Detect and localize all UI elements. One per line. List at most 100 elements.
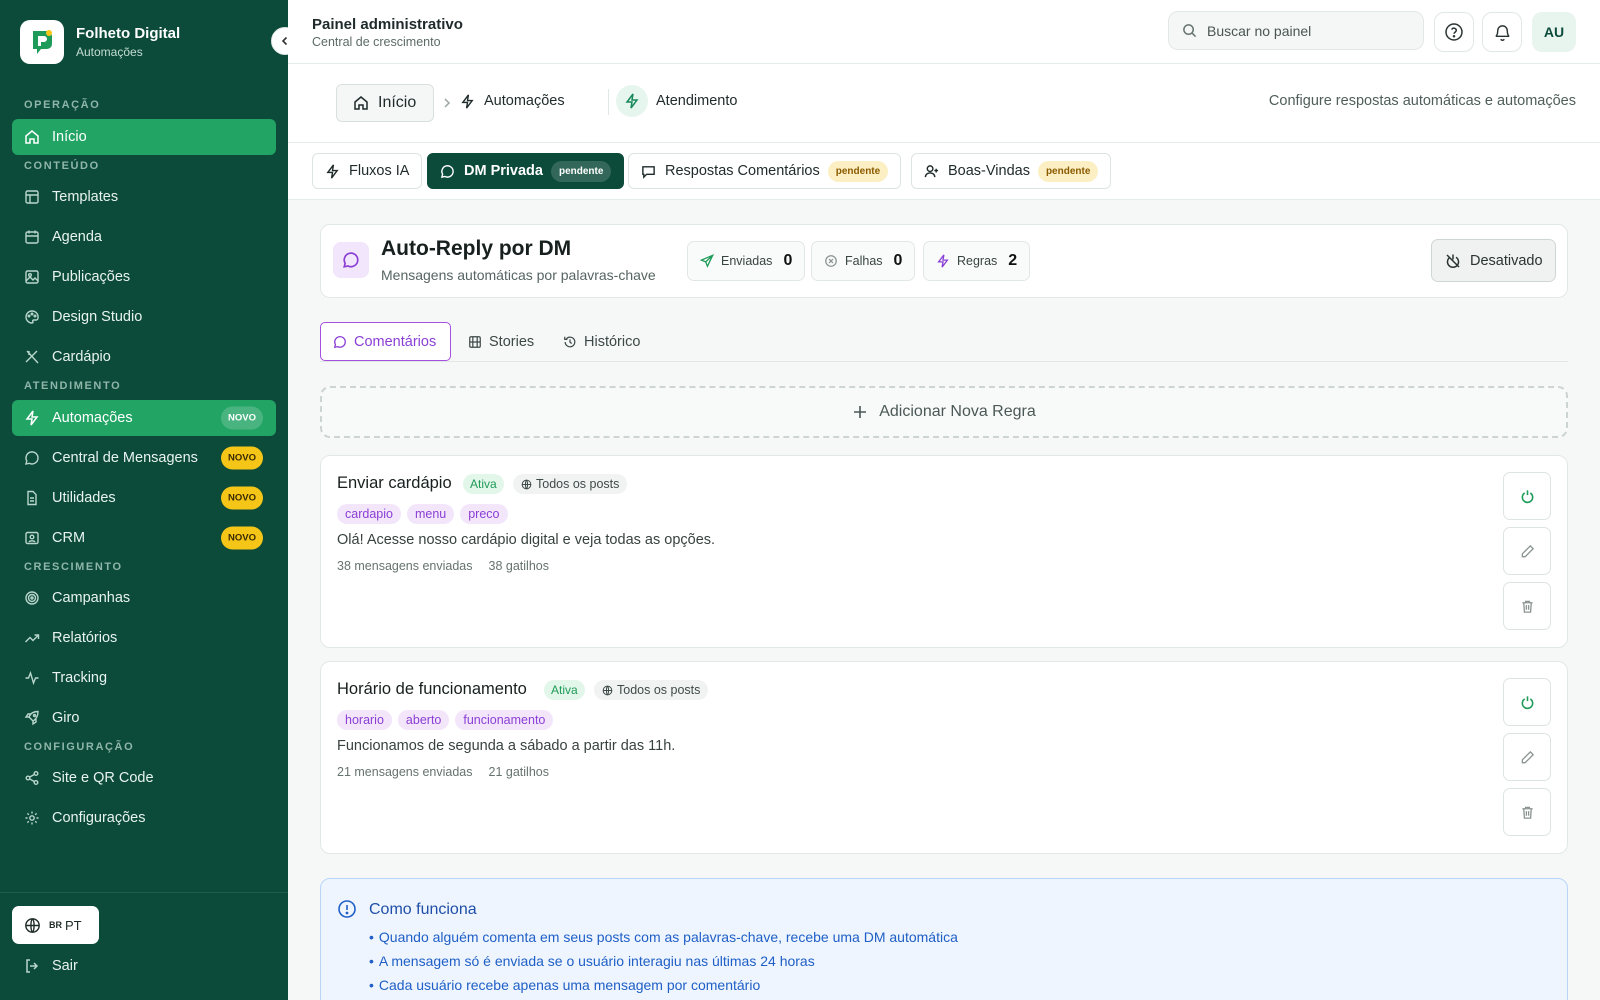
tab-label: DM Privada (464, 163, 543, 179)
rule-metrics: 21 mensagens enviadas 21 gatilhos (337, 765, 549, 779)
sidebar-item-publicacoes[interactable]: Publicações (12, 259, 276, 295)
info-item: A mensagem só é enviada se o usuário int… (369, 949, 958, 973)
trash-icon (1521, 600, 1533, 613)
avatar[interactable]: AU (1532, 12, 1576, 52)
breadcrumb-automacoes[interactable]: Automações (460, 93, 565, 109)
sidebar-item-automacoes[interactable]: Automações NOVO (12, 400, 276, 436)
scope-label: Todos os posts (536, 477, 620, 491)
sidebar-item-templates[interactable]: Templates (12, 179, 276, 215)
message-circle-icon (333, 335, 346, 348)
delete-rule-button[interactable] (1503, 788, 1551, 836)
bell-icon (1494, 24, 1510, 41)
new-badge: NOVO (221, 446, 263, 470)
sidebar-item-design-studio[interactable]: Design Studio (12, 299, 276, 335)
sidebar-item-utilidades[interactable]: Utilidades NOVO (12, 480, 276, 516)
home-icon (354, 96, 368, 110)
sidebar-item-crm[interactable]: CRM NOVO (12, 520, 276, 556)
flag-label: BR (49, 920, 62, 930)
toggle-rule-button[interactable] (1503, 472, 1551, 520)
breadcrumb-atendimento[interactable]: Atendimento (656, 93, 737, 109)
tab-historico[interactable]: Histórico (551, 322, 652, 361)
language-button[interactable]: BR PT (12, 906, 99, 944)
x-circle-icon (825, 255, 837, 267)
calendar-icon (25, 230, 39, 244)
tab-stories[interactable]: Stories (456, 322, 546, 361)
sidebar-item-relatorios[interactable]: Relatórios (12, 620, 276, 656)
section-crescimento: CRESCIMENTO (24, 561, 123, 573)
zap-icon (461, 94, 474, 108)
sidebar-item-inicio[interactable]: Início (12, 119, 276, 155)
activation-toggle-button[interactable]: Desativado (1431, 239, 1556, 282)
sidebar-item-configuracoes[interactable]: Configurações (12, 800, 276, 836)
sidebar-item-label: Templates (52, 189, 119, 205)
edit-rule-button[interactable] (1503, 527, 1551, 575)
delete-rule-button[interactable] (1503, 582, 1551, 630)
message-square-icon (642, 165, 655, 179)
rule-card: Enviar cardápio Ativa Todos os posts car… (320, 455, 1568, 648)
logout-button[interactable]: Sair (24, 958, 78, 974)
keyword-tag: horario (337, 710, 392, 730)
tab-dm-privada[interactable]: DM Privada pendente (427, 153, 625, 189)
history-icon (564, 336, 576, 347)
target-icon (25, 591, 39, 605)
automation-tabs: Fluxos IA DM Privada pendente Respostas … (288, 143, 1600, 200)
message-circle-icon (440, 164, 454, 178)
sidebar-item-cardapio[interactable]: Cardápio (12, 339, 276, 375)
keyword-tag: preco (460, 504, 508, 524)
help-circle-icon (1445, 23, 1463, 41)
tab-comentarios[interactable]: Comentários (320, 322, 451, 361)
add-rule-label: Adicionar Nova Regra (879, 403, 1036, 420)
sidebar-divider (0, 892, 288, 893)
sidebar-item-site-qr[interactable]: Site e QR Code (12, 760, 276, 796)
power-icon (1521, 695, 1533, 709)
activity-icon (25, 670, 39, 686)
sidebar-item-campanhas[interactable]: Campanhas (12, 580, 276, 616)
status-badge: Ativa (463, 474, 504, 494)
sidebar-item-label: Automações (52, 410, 133, 426)
power-off-icon (1446, 253, 1460, 268)
tab-label: Comentários (354, 333, 437, 350)
sidebar-item-agenda[interactable]: Agenda (12, 219, 276, 255)
trigger-count: 21 gatilhos (488, 765, 549, 779)
stat-regras: Regras 2 (923, 241, 1031, 281)
share-icon (25, 771, 39, 785)
sidebar-item-label: Design Studio (52, 309, 143, 325)
sidebar-item-giro[interactable]: Giro (12, 700, 276, 736)
sent-count: 21 mensagens enviadas (337, 765, 473, 779)
top-header: Painel administrativo Central de crescim… (288, 0, 1600, 64)
file-text-icon (27, 490, 37, 506)
globe-icon (521, 479, 532, 489)
add-rule-button[interactable]: Adicionar Nova Regra (320, 386, 1568, 438)
globe-icon (602, 685, 613, 695)
stat-label: Regras (957, 254, 998, 268)
tab-label: Respostas Comentários (665, 163, 820, 179)
help-button[interactable] (1434, 12, 1474, 52)
sidebar-item-central-mensagens[interactable]: Central de Mensagens NOVO (12, 440, 276, 476)
sidebar-item-tracking[interactable]: Tracking (12, 660, 276, 696)
edit-rule-button[interactable] (1503, 733, 1551, 781)
brand[interactable]: Folheto Digital Automações (0, 0, 288, 84)
send-icon (700, 254, 714, 268)
new-badge: NOVO (221, 486, 263, 510)
tab-label: Boas-Vindas (948, 163, 1030, 179)
stat-value: 2 (1008, 252, 1018, 269)
keyword-tag: funcionamento (455, 710, 554, 730)
toggle-rule-button[interactable] (1503, 678, 1551, 726)
keyword-tag: cardapio (337, 504, 401, 524)
search-box[interactable] (1168, 11, 1424, 50)
brand-title: Folheto Digital (76, 25, 181, 42)
tab-boas-vindas[interactable]: Boas-Vindas pendente (911, 153, 1112, 189)
info-item: Cada usuário recebe apenas uma mensagem … (369, 973, 958, 997)
breadcrumb-home[interactable]: Início (336, 84, 434, 122)
tab-respostas-comentarios[interactable]: Respostas Comentários pendente (628, 153, 902, 189)
notifications-button[interactable] (1482, 12, 1522, 52)
rule-name: Enviar cardápio (337, 474, 452, 492)
layout-icon (25, 190, 39, 204)
trigger-count: 38 gatilhos (488, 559, 549, 573)
film-icon (469, 335, 481, 348)
sidebar-item-label: Site e QR Code (52, 770, 154, 786)
tab-fluxos-ia[interactable]: Fluxos IA (312, 153, 423, 189)
search-input[interactable] (1207, 22, 1407, 39)
panel-title: Auto-Reply por DM (381, 237, 572, 260)
palette-icon (25, 310, 39, 324)
